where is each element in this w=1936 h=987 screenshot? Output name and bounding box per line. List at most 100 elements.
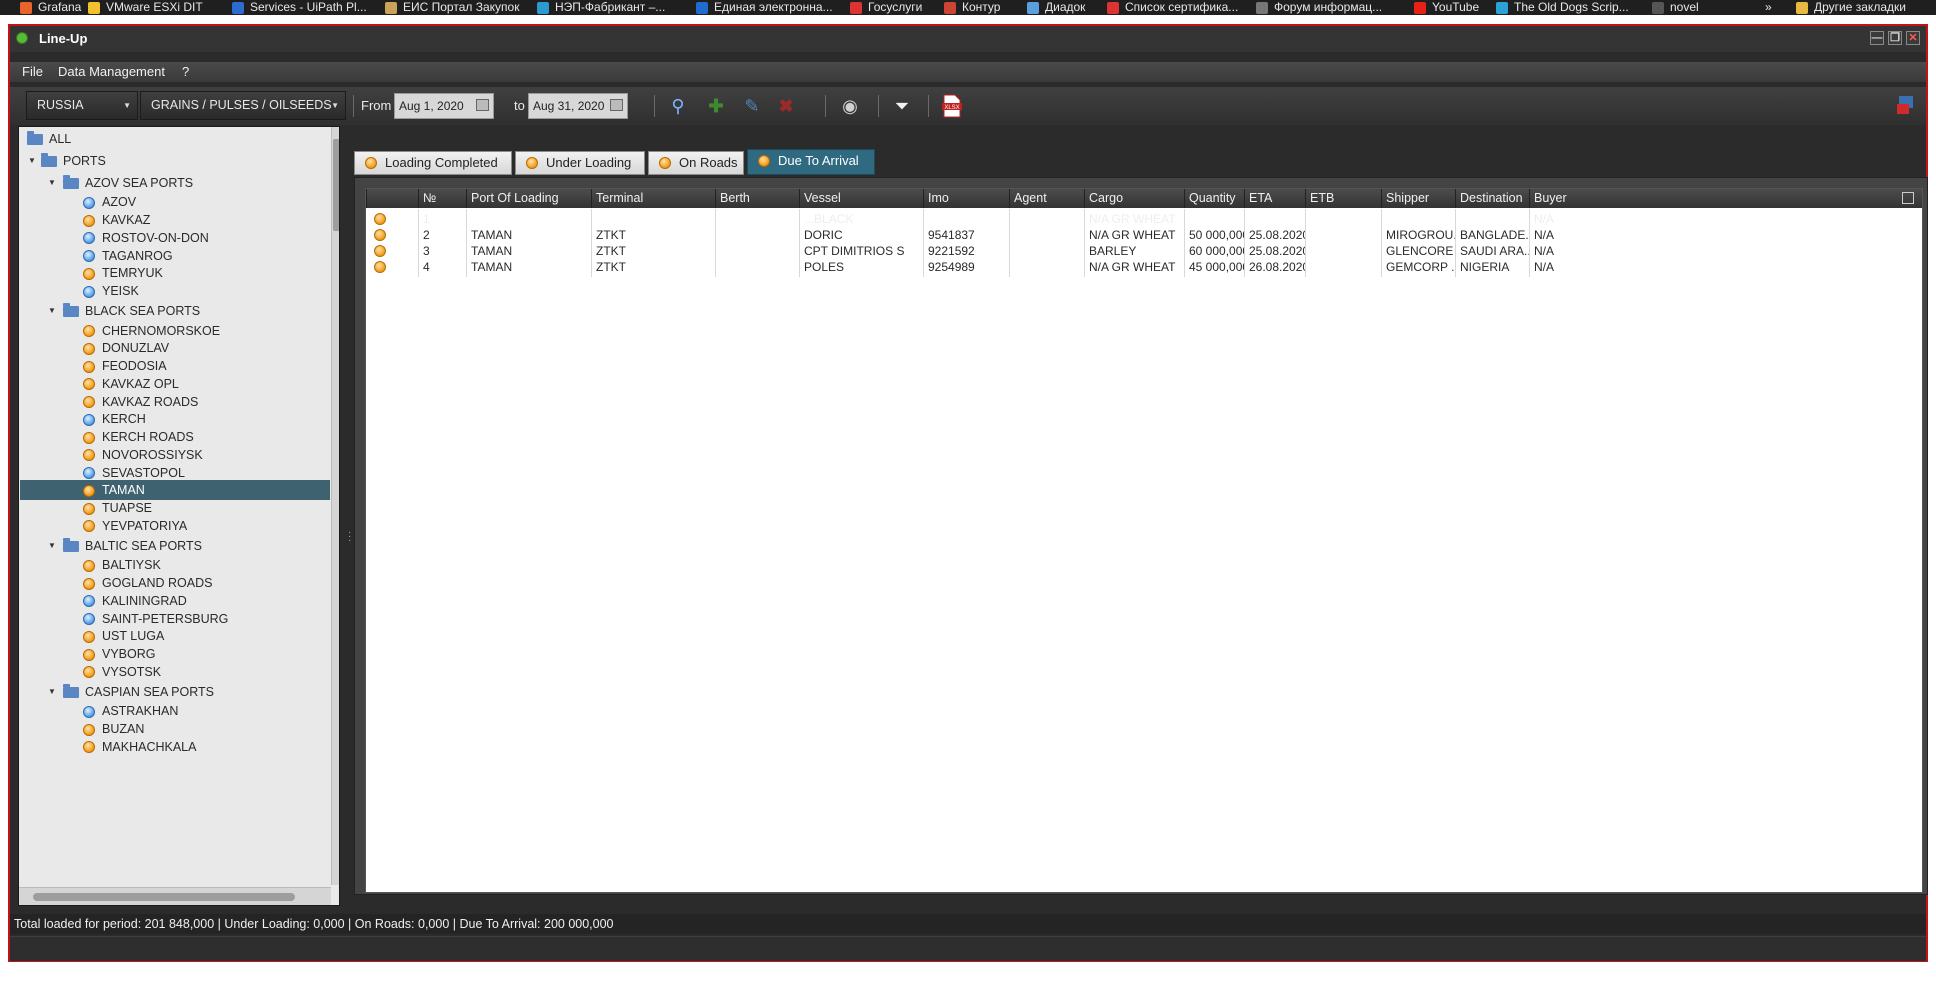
menu-file[interactable]: File xyxy=(22,64,43,79)
tree-item-port[interactable]: CHERNOMORSKOE xyxy=(83,322,220,340)
tree-item-port[interactable]: KALININGRAD xyxy=(83,592,187,610)
tree-group[interactable]: ▼ CASPIAN SEA PORTS xyxy=(47,683,214,701)
tree-item-port[interactable]: TEMRYUK xyxy=(83,264,163,282)
horizontal-scrollbar[interactable] xyxy=(19,887,331,905)
tree-item-port[interactable]: TAGANROG xyxy=(83,247,173,265)
expand-icon[interactable]: ▼ xyxy=(47,537,57,555)
tree-item-port[interactable]: KAVKAZ xyxy=(83,211,150,229)
filter-icon[interactable]: ⏷ xyxy=(890,94,914,118)
tree-item-port[interactable]: AZOV xyxy=(83,193,136,211)
bookmark-novel[interactable]: novel xyxy=(1652,0,1699,15)
to-date-input[interactable]: Aug 31, 2020 xyxy=(528,93,628,119)
expand-icon[interactable]: ▼ xyxy=(47,174,57,192)
country-select[interactable]: RUSSIA ▼ xyxy=(26,91,138,120)
tree-item-port[interactable]: NOVOROSSIYSK xyxy=(83,446,203,464)
bookmark-diadok[interactable]: Диадок xyxy=(1027,0,1085,15)
column-header[interactable]: ETA xyxy=(1244,189,1305,208)
bookmark-kontur[interactable]: Контур xyxy=(944,0,1000,15)
close-button[interactable]: ✕ xyxy=(1906,31,1920,45)
tab-loading-completed[interactable]: Loading Completed xyxy=(354,151,512,175)
calendar-icon[interactable] xyxy=(610,99,623,111)
tree-item-port[interactable]: KAVKAZ OPL xyxy=(83,375,179,393)
bookmark-youtube[interactable]: YouTube xyxy=(1414,0,1479,15)
minimize-button[interactable]: — xyxy=(1870,31,1884,45)
tab-on-roads[interactable]: On Roads xyxy=(648,151,744,175)
tree-item-port[interactable]: DONUZLAV xyxy=(83,339,169,357)
tree-item-port[interactable]: BUZAN xyxy=(83,720,144,738)
tree-item-ports[interactable]: ▼ PORTS xyxy=(27,152,106,170)
column-header[interactable]: Shipper xyxy=(1381,189,1455,208)
exit-icon[interactable] xyxy=(1894,94,1918,118)
tree-item-port[interactable]: VYSOTSK xyxy=(83,663,161,681)
bookmark-other[interactable]: Другие закладки xyxy=(1796,0,1906,15)
bookmark-nep[interactable]: НЭП-Фабрикант –... xyxy=(537,0,665,15)
tab-under-loading[interactable]: Under Loading xyxy=(515,151,645,175)
bookmark-vmware[interactable]: VMware ESXi DIT xyxy=(88,0,203,15)
column-header[interactable]: Destination xyxy=(1455,189,1529,208)
bookmark-grafana[interactable]: Grafana xyxy=(20,0,81,15)
tree-item-port[interactable]: FEODOSIA xyxy=(83,357,167,375)
tree-item-port[interactable]: KERCH xyxy=(83,410,146,428)
tree-item-port[interactable]: BALTIYSK xyxy=(83,556,161,574)
scrollbar-thumb[interactable] xyxy=(33,893,295,901)
column-header[interactable]: ETB xyxy=(1305,189,1381,208)
bookmark-edinaya[interactable]: Единая электронна... xyxy=(696,0,833,15)
tree-group[interactable]: ▼ BALTIC SEA PORTS xyxy=(47,537,202,555)
bookmark-spisok[interactable]: Список сертифика... xyxy=(1107,0,1238,15)
category-select[interactable]: GRAINS / PULSES / OILSEEDS ▼ xyxy=(140,91,346,120)
tree-group[interactable]: ▼ BLACK SEA PORTS xyxy=(47,302,200,320)
tree-item-port[interactable]: KERCH ROADS xyxy=(83,428,194,446)
tree-item-port[interactable]: ROSTOV-ON-DON xyxy=(83,229,209,247)
search-icon[interactable]: ⚲ xyxy=(666,94,690,118)
column-header[interactable]: Cargo xyxy=(1084,189,1184,208)
tree-item-port[interactable]: MAKHACHKALA xyxy=(83,738,196,756)
tree-item-port[interactable]: VYBORG xyxy=(83,645,156,663)
tree-group[interactable]: ▼ AZOV SEA PORTS xyxy=(47,174,193,192)
expand-icon[interactable]: ▼ xyxy=(47,302,57,320)
edit-icon[interactable]: ✎ xyxy=(740,94,764,118)
binoculars-icon[interactable]: ◉ xyxy=(838,94,862,118)
scrollbar-thumb[interactable] xyxy=(333,139,339,231)
tree-item-port[interactable]: YEISK xyxy=(83,282,139,300)
column-header[interactable]: Port Of Loading xyxy=(466,189,591,208)
bookmark-uipath[interactable]: Services - UiPath Pl... xyxy=(232,0,367,15)
tree-item-port[interactable]: TAMAN xyxy=(83,481,145,499)
tree-item-port[interactable]: UST LUGA xyxy=(83,627,164,645)
delete-icon[interactable]: ✖ xyxy=(774,94,798,118)
bookmark-eis[interactable]: ЕИС Портал Закупок xyxy=(385,0,519,15)
tree-item-all[interactable]: ALL xyxy=(27,130,71,148)
column-header[interactable]: Quantity xyxy=(1184,189,1244,208)
table-row[interactable]: 4 TAMAN ZTKT POLES 9254989 N/A GR WHEAT 45 000… xyxy=(366,257,1922,277)
from-date-input[interactable]: Aug 1, 2020 xyxy=(394,93,494,119)
tree-item-port[interactable]: KAVKAZ ROADS xyxy=(83,393,198,411)
bookmark-olddogs[interactable]: The Old Dogs Scrip... xyxy=(1496,0,1629,15)
column-header[interactable]: Terminal xyxy=(591,189,715,208)
tree-item-port[interactable]: GOGLAND ROADS xyxy=(83,574,212,592)
calendar-icon[interactable] xyxy=(476,99,489,111)
column-header[interactable]: Berth xyxy=(715,189,799,208)
maximize-button[interactable]: ❐ xyxy=(1888,31,1902,45)
column-header[interactable]: Buyer xyxy=(1529,189,1604,208)
add-icon[interactable]: ✚ xyxy=(704,94,728,118)
column-header[interactable]: Imo xyxy=(923,189,1009,208)
bookmark-forum[interactable]: Форум информац... xyxy=(1256,0,1382,15)
tree-item-port[interactable]: TUAPSE xyxy=(83,499,152,517)
export-xlsx-icon[interactable]: XLSX xyxy=(940,94,964,118)
column-header[interactable] xyxy=(366,189,418,208)
column-header[interactable]: Vessel xyxy=(799,189,923,208)
column-header[interactable]: № xyxy=(418,189,466,208)
tab-due-to-arrival[interactable]: Due To Arrival xyxy=(747,149,875,175)
vertical-scrollbar[interactable] xyxy=(331,127,339,885)
bookmark-gosuslugi[interactable]: Госуслуги xyxy=(850,0,922,15)
menu-data-management[interactable]: Data Management xyxy=(58,64,165,79)
tree-item-port[interactable]: YEVPATORIYA xyxy=(83,517,187,535)
expand-icon[interactable]: ▼ xyxy=(27,152,37,170)
bookmark-more[interactable]: » xyxy=(1765,0,1772,15)
tree-item-port[interactable]: ASTRAKHAN xyxy=(83,702,178,720)
tree-item-port[interactable]: SEVASTOPOL xyxy=(83,464,185,482)
tree-item-port[interactable]: SAINT-PETERSBURG xyxy=(83,610,228,628)
column-header[interactable]: Agent xyxy=(1009,189,1084,208)
menu-help[interactable]: ? xyxy=(182,64,189,79)
expand-icon[interactable]: ▼ xyxy=(47,683,57,701)
column-chooser-icon[interactable] xyxy=(1902,192,1914,204)
